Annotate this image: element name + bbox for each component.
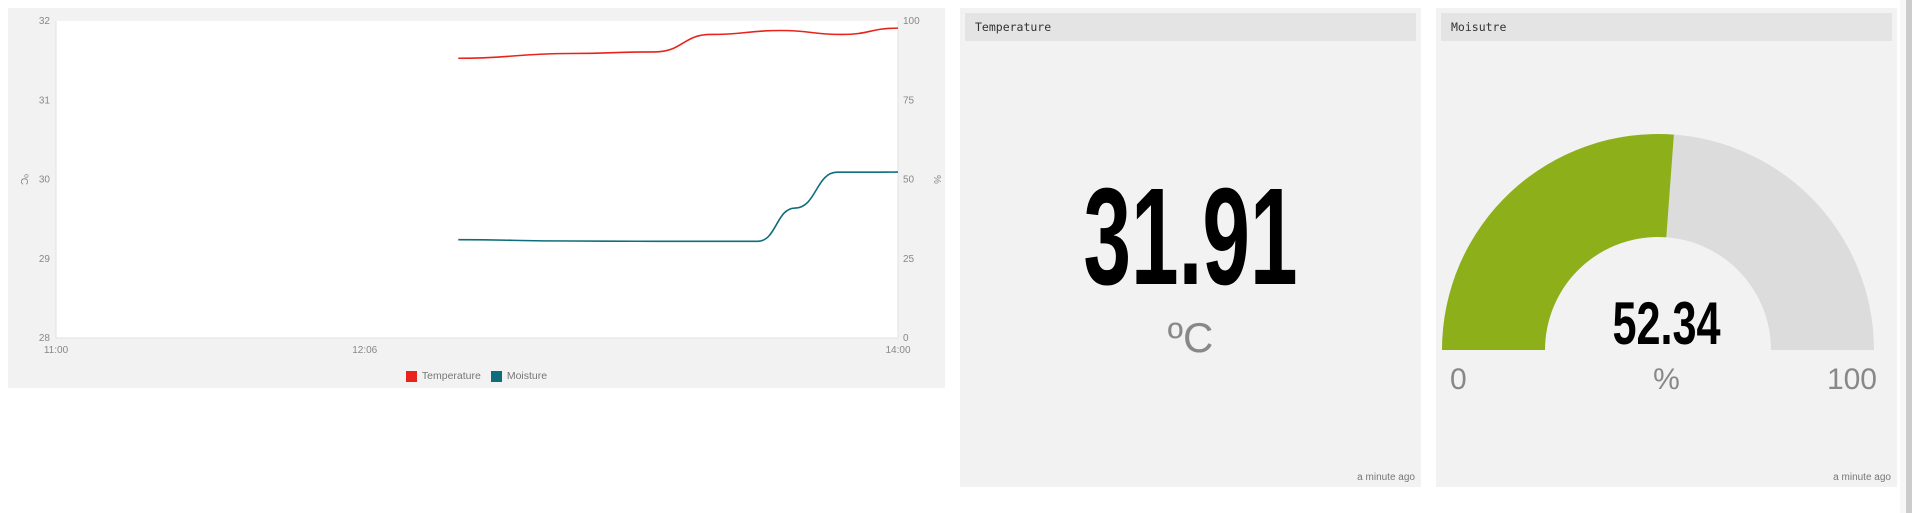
moisture-widget: Moisutre 52.34 0 % 100 a minute ago xyxy=(1436,8,1897,487)
history-chart-panel: 28 29 30 31 32 0 25 50 75 100 11:00 12:06 14:00 ºC% T… xyxy=(8,8,945,388)
moisture-value: 52.34 xyxy=(1612,290,1721,357)
y-left-tick-label: 31 xyxy=(39,95,51,106)
x-tick-label: 12:06 xyxy=(352,345,377,356)
chart-legend: Temperature Moisture xyxy=(8,370,945,382)
x-tick-label: 14:00 xyxy=(885,345,910,356)
y-right-axis-label: % xyxy=(931,175,942,184)
temperature-updated: a minute ago xyxy=(1357,472,1415,483)
y-left-tick-label: 29 xyxy=(39,254,51,265)
legend-swatch-temperature xyxy=(405,370,417,382)
y-left-tick-label: 28 xyxy=(39,333,51,344)
temperature-unit: ºC xyxy=(1167,314,1214,361)
temperature-widget-title: Temperature xyxy=(965,13,1416,41)
moisture-updated: a minute ago xyxy=(1833,472,1891,483)
y-left-tick-label: 32 xyxy=(39,16,51,27)
plot-area xyxy=(56,21,898,338)
scrollbar-thumb[interactable] xyxy=(1906,0,1912,513)
y-right-tick-label: 100 xyxy=(903,16,920,27)
gauge-max-label: 100 xyxy=(1826,363,1877,396)
y-left-axis-label: ºC xyxy=(18,174,29,185)
moisture-gauge xyxy=(1442,134,1874,350)
history-chart: 28 29 30 31 32 0 25 50 75 100 11:00 12:06 14:00 ºC% xyxy=(18,16,942,356)
legend-label-temperature: Temperature xyxy=(421,370,481,382)
legend-label-moisture: Moisture xyxy=(506,370,548,382)
legend-item-moisture[interactable]: Moisture xyxy=(490,370,548,382)
y-right-tick-label: 25 xyxy=(903,254,915,265)
legend-swatch-moisture xyxy=(490,370,502,382)
y-right-tick-label: 0 xyxy=(903,333,909,344)
x-tick-label: 11:00 xyxy=(44,345,69,356)
page-scrollbar[interactable] xyxy=(1900,0,1912,513)
legend-item-temperature[interactable]: Temperature xyxy=(405,370,481,382)
temperature-value: 31.91 xyxy=(1083,160,1298,314)
temperature-widget: Temperature 31.91 ºC a minute ago xyxy=(960,8,1421,487)
y-right-tick-label: 75 xyxy=(903,95,915,106)
y-left-tick-label: 30 xyxy=(39,175,51,186)
y-right-tick-label: 50 xyxy=(903,175,915,186)
